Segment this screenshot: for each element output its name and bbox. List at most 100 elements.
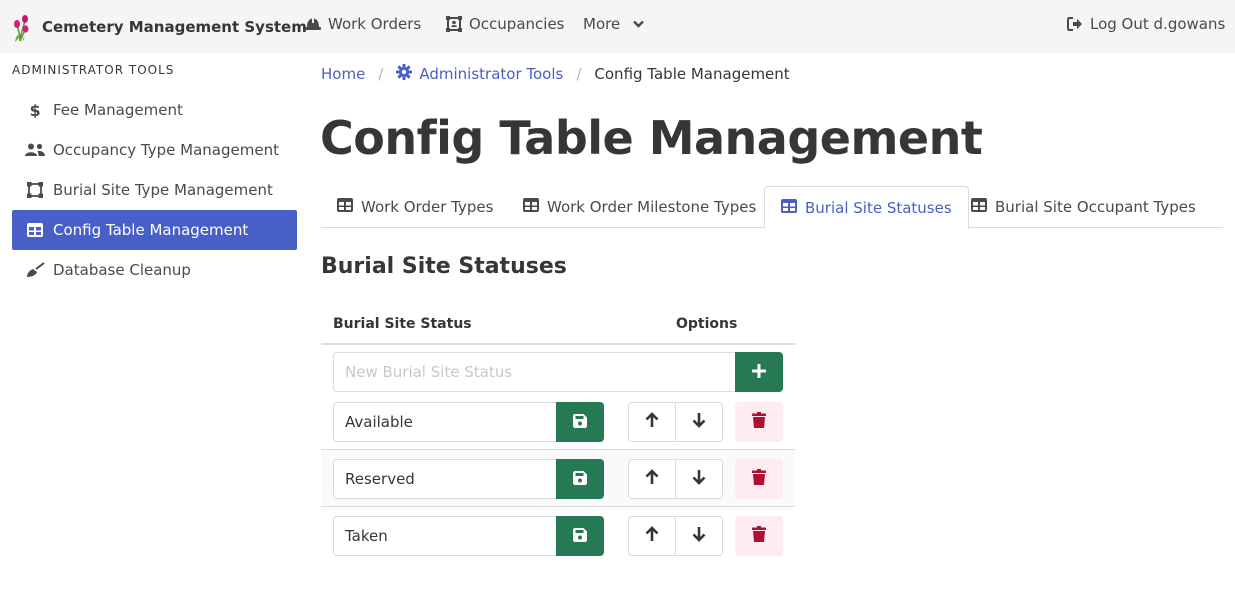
status-input[interactable] (333, 459, 557, 499)
nav-occupancies-label: Occupancies (469, 15, 565, 33)
save-button[interactable] (556, 459, 604, 499)
column-header-status: Burial Site Status (333, 316, 472, 332)
delete-button[interactable] (735, 459, 783, 499)
breadcrumb: Home / Administrator Tools / Config Tabl… (321, 64, 790, 84)
breadcrumb-home-label: Home (321, 65, 366, 83)
move-down-button[interactable] (675, 460, 722, 498)
move-up-button[interactable] (629, 403, 675, 441)
dollar-icon: $ (25, 100, 45, 120)
move-up-button[interactable] (629, 460, 675, 498)
breadcrumb-admin-label: Administrator Tools (419, 65, 564, 83)
arrow-up-icon (645, 412, 659, 432)
breadcrumb-current: Config Table Management (594, 65, 790, 83)
save-button[interactable] (556, 516, 604, 556)
chevron-down-icon (633, 20, 645, 28)
floppy-disk-icon (573, 470, 587, 489)
status-input[interactable] (333, 516, 557, 556)
sidebar-item-burial-site-type-management[interactable]: Burial Site Type Management (12, 170, 297, 210)
new-status-row (321, 345, 795, 393)
sidebar-item-label: Database Cleanup (53, 261, 191, 279)
nav-more-label: More (583, 15, 621, 33)
tab-burial-site-statuses[interactable]: Burial Site Statuses (764, 186, 969, 229)
tab-work-order-types[interactable]: Work Order Types (321, 186, 509, 228)
floppy-disk-icon (573, 413, 587, 432)
move-buttons (628, 402, 723, 442)
tab-label: Burial Site Occupant Types (995, 198, 1196, 216)
svg-text:$: $ (30, 102, 40, 118)
nav-occupancies[interactable]: Occupancies (446, 15, 565, 33)
sidebar-item-occupancy-type-management[interactable]: Occupancy Type Management (12, 130, 297, 170)
arrow-down-icon (692, 469, 706, 489)
move-up-button[interactable] (629, 517, 675, 555)
brand-link[interactable]: Cemetery Management System (12, 10, 307, 44)
trash-icon (752, 526, 766, 546)
table-row (321, 450, 795, 507)
burial-site-status-table: Burial Site Status Options (321, 306, 795, 564)
plus-icon (752, 363, 766, 382)
brand-title: Cemetery Management System (42, 18, 307, 36)
breadcrumb-home[interactable]: Home (321, 65, 365, 83)
sidebar-item-label: Burial Site Type Management (53, 181, 273, 199)
hard-hat-icon (305, 17, 321, 31)
table-icon (781, 198, 797, 217)
delete-button[interactable] (735, 516, 783, 556)
sidebar-item-label: Occupancy Type Management (53, 141, 279, 159)
trash-icon (752, 469, 766, 489)
sidebar: ADMINISTRATOR TOOLS $ Fee Management Occ… (12, 62, 297, 290)
nav-work-orders-label: Work Orders (328, 15, 422, 33)
status-input[interactable] (333, 402, 557, 442)
move-buttons (628, 516, 723, 556)
nav-work-orders[interactable]: Work Orders (305, 15, 421, 33)
trash-icon (752, 412, 766, 432)
arrow-down-icon (692, 526, 706, 546)
column-header-options: Options (676, 316, 738, 332)
section-title: Burial Site Statuses (321, 254, 567, 279)
floppy-disk-icon (573, 527, 587, 546)
vector-square-icon (25, 180, 45, 200)
table-header: Burial Site Status Options (321, 306, 795, 345)
nav-more-dropdown[interactable]: More (583, 15, 645, 33)
sidebar-item-database-cleanup[interactable]: Database Cleanup (12, 250, 297, 290)
tab-label: Burial Site Statuses (805, 198, 952, 217)
sign-out-icon (1067, 17, 1083, 31)
tulip-logo-icon (12, 11, 34, 43)
move-down-button[interactable] (675, 403, 722, 441)
save-button[interactable] (556, 402, 604, 442)
table-row (321, 507, 795, 564)
portrait-frame-icon (446, 16, 462, 32)
gear-icon (396, 64, 413, 84)
move-down-button[interactable] (675, 517, 722, 555)
tab-label: Work Order Milestone Types (547, 198, 757, 216)
arrow-up-icon (645, 469, 659, 489)
arrow-up-icon (645, 526, 659, 546)
logout-label: Log Out d.gowans (1090, 15, 1226, 33)
breadcrumb-separator: / (378, 65, 384, 83)
table-icon (25, 220, 45, 240)
sidebar-item-config-table-management[interactable]: Config Table Management (12, 210, 297, 250)
table-icon (971, 198, 987, 216)
table-icon (523, 198, 539, 216)
delete-button[interactable] (735, 402, 783, 442)
arrow-down-icon (692, 412, 706, 432)
tab-work-order-milestone-types[interactable]: Work Order Milestone Types (507, 186, 772, 228)
logout-link[interactable]: Log Out d.gowans (1067, 15, 1225, 33)
page-title: Config Table Management (320, 111, 983, 165)
sidebar-heading: ADMINISTRATOR TOOLS (12, 63, 175, 77)
navbar: Cemetery Management System Work Orders O… (0, 0, 1235, 53)
config-tabs: Work Order Types Work Order Milestone Ty… (321, 186, 1223, 229)
sidebar-item-label: Fee Management (53, 101, 183, 119)
sidebar-item-label: Config Table Management (53, 221, 249, 239)
sidebar-menu: $ Fee Management Occupancy Type Manageme… (12, 90, 297, 290)
breadcrumb-separator: / (576, 65, 582, 83)
breadcrumb-administrator-tools[interactable]: Administrator Tools (396, 64, 563, 84)
broom-icon (25, 260, 45, 280)
table-row (321, 393, 795, 450)
tab-label: Work Order Types (361, 198, 494, 216)
users-icon (25, 140, 45, 160)
add-status-button[interactable] (735, 352, 783, 392)
sidebar-item-fee-management[interactable]: $ Fee Management (12, 90, 297, 130)
table-icon (337, 198, 353, 216)
move-buttons (628, 459, 723, 499)
tab-burial-site-occupant-types[interactable]: Burial Site Occupant Types (955, 186, 1212, 228)
new-status-input[interactable] (333, 352, 736, 392)
